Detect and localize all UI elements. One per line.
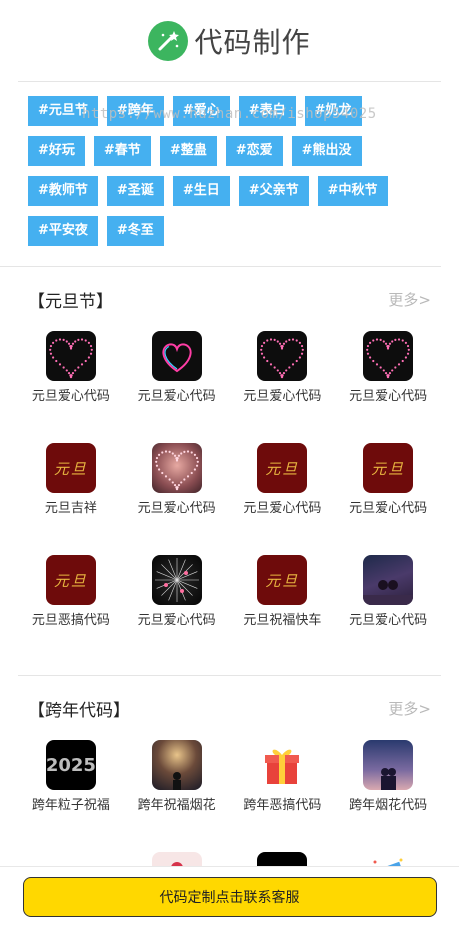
item-label: 元旦爱心代码 — [243, 501, 322, 516]
item-grid: 元旦爱心代码 元旦爱心代码 元旦爱心代码 元旦爱心代码 元旦 元旦吉祥 元旦爱心代码 元旦元… — [18, 331, 441, 661]
item-label: 跨年祝福烟花 — [137, 798, 216, 813]
tag-chip[interactable]: #教师节 — [28, 176, 98, 206]
item-label: 元旦爱心代码 — [349, 501, 428, 516]
tag-chip[interactable]: #跨年 — [106, 96, 164, 126]
tag-chip[interactable]: #生日 — [172, 176, 230, 206]
category-section: 【跨年代码】 更多> 2025 跨年粒子祝福 跨年祝福烟花 跨年恶搞代码 跨年烟花代码爱你 — [18, 676, 441, 866]
item-label: 元旦爱心代码 — [349, 613, 428, 628]
category-section: 【元旦节】 更多> 元旦爱心代码 元旦爱心代码 元旦爱心代码 元旦爱心代码 元旦 元旦吉祥元… — [18, 267, 441, 676]
page-title: 代码制作 — [194, 25, 311, 59]
more-link[interactable]: 更多> — [388, 289, 431, 310]
item-label: 元旦爱心代码 — [243, 389, 322, 404]
more-link[interactable]: 更多> — [388, 698, 431, 719]
footer-bar: 代码定制点击联系客服 — [0, 866, 459, 927]
item-grid: 2025 跨年粒子祝福 跨年祝福烟花 跨年恶搞代码 跨年烟花代码爱你 — [18, 740, 441, 866]
fireworks-thumbnail-icon — [151, 740, 202, 790]
code-item[interactable]: 2025 跨年粒子祝福 — [18, 740, 124, 846]
tag-list: https://www.huzhan.com/ishop54025 #元旦节 #跨… — [0, 82, 441, 267]
code-item[interactable] — [124, 852, 230, 866]
item-label: 元旦爱心代码 — [137, 501, 216, 516]
code-item[interactable]: 元旦 元旦祝福快车 — [230, 555, 336, 661]
tag-chip[interactable]: #圣诞 — [106, 176, 164, 206]
tag-chip[interactable]: #奶龙 — [304, 96, 362, 126]
love-you-thumbnail-icon: 爱你 — [257, 852, 308, 866]
section-title: 【元旦节】 — [28, 291, 113, 312]
hands-heart-thumbnail-icon — [151, 443, 202, 493]
item-label: 跨年恶搞代码 — [243, 798, 322, 813]
item-label: 元旦祝福快车 — [243, 613, 322, 628]
code-item[interactable]: 元旦爱心代码 — [335, 555, 441, 661]
code-item[interactable]: 元旦 元旦爱心代码 — [230, 443, 336, 549]
yuandan-thumbnail-icon: 元旦 — [363, 443, 414, 493]
yuandan-script-text: 元旦 — [53, 459, 88, 478]
starburst-hearts-thumbnail-icon — [151, 555, 202, 605]
yuandan-script-text: 元旦 — [53, 571, 88, 590]
heart-thumbnail-icon — [257, 331, 308, 381]
tag-chip[interactable]: #整蛊 — [159, 136, 217, 166]
item-label: 元旦恶搞代码 — [31, 613, 110, 628]
gift-box-icon — [257, 740, 308, 790]
open-gift-icon — [363, 852, 414, 866]
item-label: 元旦爱心代码 — [137, 613, 216, 628]
yuandan-thumbnail-icon: 元旦 — [257, 443, 308, 493]
code-item[interactable] — [18, 852, 124, 866]
tag-chip[interactable]: #中秋节 — [317, 176, 388, 206]
code-item[interactable] — [335, 852, 441, 866]
rose-card-thumbnail-icon — [151, 852, 202, 866]
code-item[interactable]: 元旦 元旦吉祥 — [18, 443, 124, 549]
page-header: 代码制作 — [18, 0, 441, 82]
item-label: 元旦吉祥 — [44, 501, 97, 516]
tag-chip[interactable]: #春节 — [93, 136, 151, 166]
code-item[interactable]: 元旦爱心代码 — [335, 331, 441, 437]
code-item[interactable]: 跨年恶搞代码 — [230, 740, 336, 846]
yuandan-script-text: 元旦 — [265, 459, 300, 478]
contact-service-button[interactable]: 代码定制点击联系客服 — [22, 877, 437, 917]
section-title: 【跨年代码】 — [28, 700, 130, 721]
train-thumbnail-icon — [45, 852, 96, 866]
tag-chip[interactable]: #熊出没 — [291, 136, 362, 166]
code-item[interactable]: 元旦 元旦爱心代码 — [335, 443, 441, 549]
item-label: 跨年粒子祝福 — [31, 798, 110, 813]
code-item[interactable]: 爱你 — [230, 852, 336, 866]
love-you-text: 爱你 — [257, 852, 307, 866]
tag-chip[interactable]: #平安夜 — [28, 216, 98, 246]
couple-night-thumbnail-icon — [363, 555, 414, 605]
scroll-content[interactable]: 代码制作 https://www.huzhan.com/ishop54025 #… — [0, 0, 459, 866]
code-item[interactable]: 元旦爱心代码 — [18, 331, 124, 437]
section-header: 【跨年代码】 更多> — [18, 676, 441, 740]
yuandan-thumbnail-icon: 元旦 — [45, 555, 96, 605]
code-item[interactable]: 跨年烟花代码 — [335, 740, 441, 846]
neon-heart-thumbnail-icon — [151, 331, 202, 381]
heart-thumbnail-icon — [45, 331, 96, 381]
year-text: 2025 — [45, 754, 96, 776]
yuandan-script-text: 元旦 — [265, 571, 300, 590]
magic-wand-icon — [148, 20, 189, 61]
item-label: 跨年烟花代码 — [349, 798, 428, 813]
yuandan-thumbnail-icon: 元旦 — [45, 443, 96, 493]
yuandan-script-text: 元旦 — [371, 459, 406, 478]
year-2025-thumbnail-icon: 2025 — [45, 740, 96, 790]
code-item[interactable]: 元旦爱心代码 — [124, 443, 230, 549]
code-item[interactable]: 元旦 元旦恶搞代码 — [18, 555, 124, 661]
tag-chip[interactable]: #好玩 — [28, 136, 85, 166]
item-label: 元旦爱心代码 — [349, 389, 428, 404]
tag-chip[interactable]: #父亲节 — [238, 176, 309, 206]
couple-fireworks-thumbnail-icon — [363, 740, 414, 790]
section-header: 【元旦节】 更多> — [18, 267, 441, 331]
tag-chip[interactable]: #恋爱 — [225, 136, 283, 166]
item-label: 元旦爱心代码 — [31, 389, 110, 404]
tag-chip[interactable]: #爱心 — [172, 96, 230, 126]
code-item[interactable]: 元旦爱心代码 — [230, 331, 336, 437]
heart-thumbnail-icon — [363, 331, 414, 381]
item-label: 元旦爱心代码 — [137, 389, 216, 404]
code-item[interactable]: 跨年祝福烟花 — [124, 740, 230, 846]
tag-chip[interactable]: #元旦节 — [28, 96, 98, 126]
code-item[interactable]: 元旦爱心代码 — [124, 555, 230, 661]
tag-chip[interactable]: #冬至 — [106, 216, 164, 246]
code-item[interactable]: 元旦爱心代码 — [124, 331, 230, 437]
yuandan-thumbnail-icon: 元旦 — [257, 555, 308, 605]
tag-chip[interactable]: #表白 — [238, 96, 296, 126]
